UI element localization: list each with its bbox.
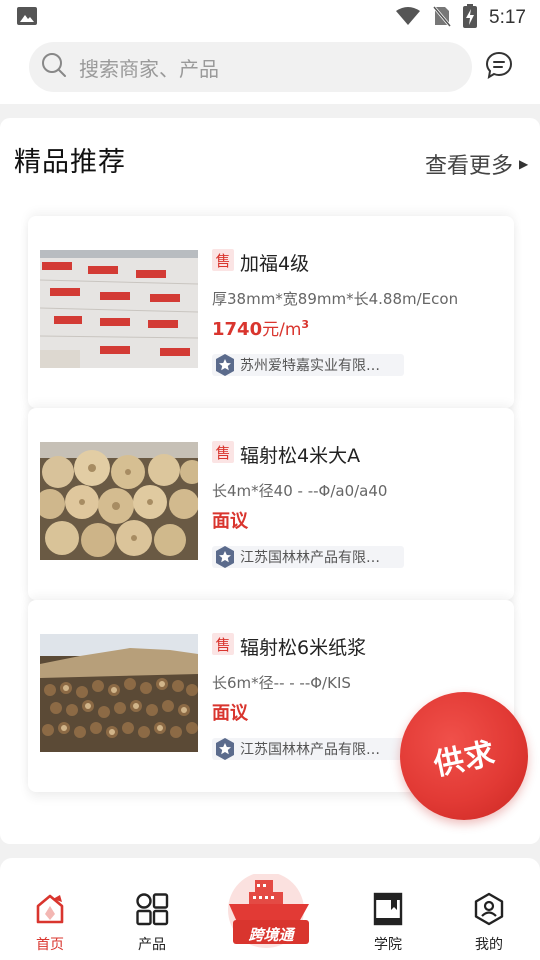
company-chip[interactable]: 苏州爱特嘉实业有限… [212,354,404,376]
nav-academy[interactable]: 学院 [348,892,428,954]
search-placeholder: 搜索商家、产品 [79,56,219,81]
status-bar: 5:17 [0,0,540,36]
product-card[interactable]: 售 加福4级 厚38mm*宽89mm*长4.88m/Econ 1740元/m3 … [28,216,514,408]
home-icon [33,892,67,930]
bottom-nav: 首页 产品 跨境通 学院 我的 [0,858,540,960]
message-button[interactable] [484,50,514,80]
product-name: 加福4级 [240,253,310,275]
product-price: 面议 [212,507,248,533]
nav-cross-border[interactable]: 跨境通 [223,872,317,954]
header: 搜索商家、产品 [0,36,540,104]
view-more-link[interactable]: 查看更多 ▶ [425,148,528,180]
product-name: 辐射松6米纸浆 [240,637,367,659]
supply-demand-button[interactable]: 供求 [400,692,528,820]
price-value: 面议 [212,703,248,724]
view-more-label: 查看更多 [425,154,514,179]
product-spec: 厚38mm*宽89mm*长4.88m/Econ [212,290,459,308]
nav-label-cross-border: 跨境通 [248,926,294,944]
product-spec: 长6m*径-- - --Φ/KIS [212,674,351,692]
sale-badge: 售 [212,441,234,463]
company-chip[interactable]: 江苏国林林产品有限… [212,738,404,760]
verified-star-icon [213,353,237,377]
section-title: 精品推荐 [14,147,126,178]
book-icon [371,892,405,930]
status-time: 5:17 [489,7,526,28]
nav-profile[interactable]: 我的 [449,892,529,954]
search-input[interactable]: 搜索商家、产品 [29,42,472,92]
product-card[interactable]: 售 辐射松4米大A 长4m*径40 - --Φ/a0/a40 面议 江苏国林林产… [28,408,514,600]
search-icon [41,52,67,82]
nav-label-academy: 学院 [374,937,402,953]
nav-label-profile: 我的 [475,937,503,953]
wifi-icon [395,6,421,30]
nav-home[interactable]: 首页 [10,892,90,954]
nav-label-products: 产品 [138,937,166,953]
verified-star-icon [213,545,237,569]
price-unit-exponent: 3 [301,318,310,331]
product-price: 面议 [212,699,248,725]
no-sim-icon [432,5,452,31]
supply-demand-label: 供求 [430,735,499,783]
company-name: 苏州爱特嘉实业有限… [240,358,380,374]
image-notification-icon [16,6,38,30]
triangle-right-icon: ▶ [519,157,529,171]
nav-label-home: 首页 [36,937,64,953]
verified-star-icon [213,737,237,761]
grid-icon [135,892,169,930]
company-name: 江苏国林林产品有限… [240,742,380,758]
chat-bubble-icon [484,51,514,84]
sale-badge: 售 [212,633,234,655]
product-name: 辐射松4米大A [240,445,361,467]
company-chip[interactable]: 江苏国林林产品有限… [212,546,404,568]
company-name: 江苏国林林产品有限… [240,550,380,566]
price-unit: 元/m [262,320,302,340]
price-value: 1740 [212,319,263,340]
nav-products[interactable]: 产品 [112,892,192,954]
product-image-log-pile [40,634,198,752]
profile-icon [472,892,506,930]
product-spec: 长4m*径40 - --Φ/a0/a40 [212,482,388,500]
product-image-logs [40,442,198,560]
product-image-lumber [40,250,198,368]
sale-badge: 售 [212,249,234,271]
price-value: 面议 [212,511,248,532]
battery-charging-icon [463,4,478,32]
product-price: 1740元/m3 [212,315,309,340]
